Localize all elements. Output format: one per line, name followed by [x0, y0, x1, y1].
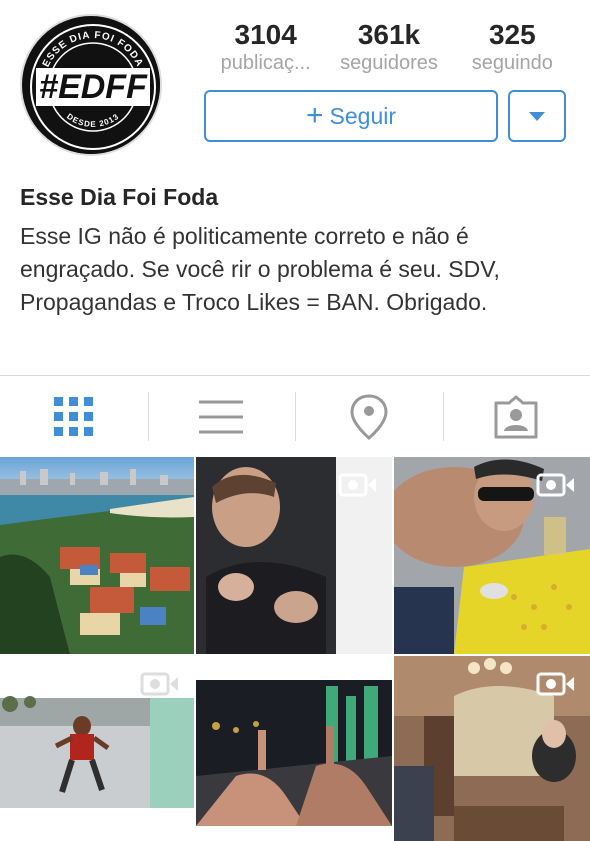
tab-tagged[interactable]: [442, 376, 590, 457]
stat-following-count: 325: [488, 19, 536, 50]
profile-view-tabs: [0, 375, 590, 457]
stat-following[interactable]: 325 seguindo: [451, 18, 574, 74]
post-thumbnail[interactable]: [0, 656, 194, 841]
profile-name: Esse Dia Foi Foda: [20, 184, 219, 210]
profile-bio: Esse IG não é politicamente correto e nã…: [20, 223, 500, 315]
video-camera-icon: [338, 473, 376, 497]
location-pin-icon: [350, 393, 388, 440]
tagged-photos-icon: [494, 395, 538, 438]
stat-posts-count: 3104: [234, 19, 297, 50]
follow-button[interactable]: + Seguir: [204, 90, 498, 142]
post-thumbnail[interactable]: [196, 656, 392, 841]
tab-grid[interactable]: [0, 376, 148, 457]
stat-following-label: seguindo: [471, 52, 553, 74]
stat-posts-label: publicaç...: [220, 52, 311, 74]
suggestions-dropdown-button[interactable]: [508, 90, 566, 142]
stat-followers-label: seguidores: [340, 52, 438, 74]
tab-list[interactable]: [147, 376, 296, 457]
posts-grid: [0, 457, 590, 841]
post-image: [196, 656, 392, 841]
grid-icon: [53, 396, 93, 436]
video-camera-icon: [536, 672, 574, 696]
post-thumbnail[interactable]: [394, 656, 590, 841]
profile-stats: 3104 publicaç... 361k seguidores 325 seg…: [204, 18, 574, 74]
chevron-down-icon: [529, 111, 545, 121]
list-icon: [199, 400, 244, 433]
post-thumbnail[interactable]: [196, 457, 392, 654]
post-thumbnail[interactable]: [394, 457, 590, 654]
video-camera-icon: [536, 473, 574, 497]
stat-posts[interactable]: 3104 publicaç...: [204, 18, 327, 74]
stat-followers[interactable]: 361k seguidores: [327, 18, 450, 74]
post-image: [0, 457, 194, 654]
follow-button-label: Seguir: [329, 102, 396, 129]
profile-avatar[interactable]: ESSE DIA FOI FODA DESDE 2013 #EDFF: [20, 14, 162, 156]
video-camera-icon: [140, 672, 178, 696]
logo-main-text: #EDFF: [39, 68, 148, 106]
post-thumbnail[interactable]: [0, 457, 194, 654]
edff-logo: ESSE DIA FOI FODA DESDE 2013 #EDFF: [23, 17, 160, 154]
plus-icon: +: [305, 99, 324, 132]
stat-followers-count: 361k: [357, 19, 421, 50]
tab-location[interactable]: [295, 376, 443, 457]
